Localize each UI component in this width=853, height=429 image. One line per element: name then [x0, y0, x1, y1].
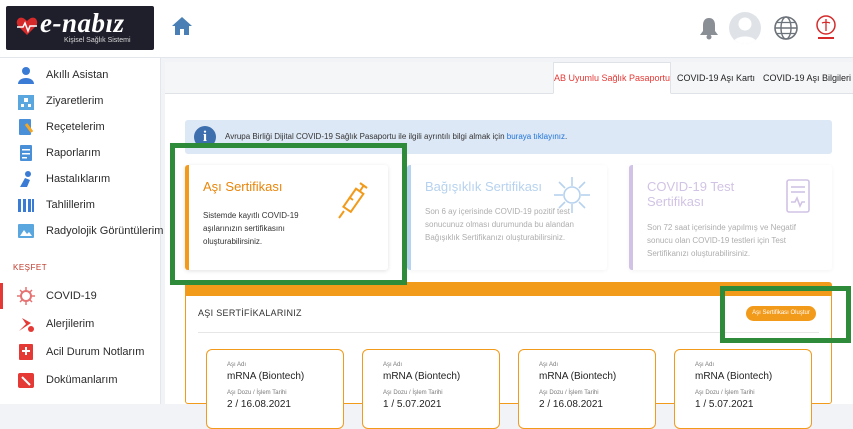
dose-date: 1 / 5.07.2021	[695, 399, 754, 410]
dose-date-label: Aşı Dozu / İşlem Tarihi	[539, 390, 599, 396]
highlight-box-create-button	[720, 286, 851, 343]
top-bar: e-nabız Kişisel Sağlık Sistemi	[0, 0, 853, 58]
emergency-notes-icon	[19, 344, 33, 360]
immunity-certificate-card[interactable]: Bağışıklık Sertifikası Son 6 ay içerisin…	[407, 165, 607, 270]
sidebar-item-reports[interactable]: Raporlarım	[0, 140, 161, 166]
globe-icon[interactable]	[773, 15, 799, 41]
vaccine-name: mRNA (Biontech)	[383, 371, 461, 382]
vaccine-certificate-item[interactable]: Aşı Adı mRNA (Biontech) Aşı Dozu / İşlem…	[674, 349, 812, 429]
section-title: AŞI SERTİFİKALARINIZ	[198, 308, 302, 318]
card-title: Bağışıklık Sertifikası	[425, 179, 543, 194]
sidebar-item-diseases[interactable]: Hastalıklarım	[0, 166, 161, 192]
test-certificate-card[interactable]: COVID-19 Test Sertifikası Son 72 saat iç…	[629, 165, 832, 270]
document-icon	[18, 373, 34, 388]
vaccine-name: mRNA (Biontech)	[695, 371, 773, 382]
report-icon	[20, 145, 32, 161]
sidebar-item-assistant[interactable]: Akıllı Asistan	[0, 62, 161, 88]
info-text: Avrupa Birliği Dijital COVID-19 Sağlık P…	[225, 132, 567, 141]
dose-date: 2 / 16.08.2021	[227, 399, 291, 410]
sidebar-item-label: Raporlarım	[46, 147, 101, 159]
disease-icon	[20, 171, 31, 187]
sidebar-item-label: Akıllı Asistan	[46, 69, 109, 81]
sidebar-item-label: Alerjilerim	[46, 318, 95, 330]
sidebar-item-radiology[interactable]: Radyolojik Görüntülerim	[0, 218, 164, 244]
sidebar-item-label: COVID-19	[46, 290, 97, 302]
user-avatar[interactable]	[729, 12, 761, 44]
sidebar-item-prescriptions[interactable]: Reçetelerim	[0, 114, 161, 140]
sidebar-item-tests[interactable]: Tahlillerim	[0, 192, 161, 218]
home-icon[interactable]	[170, 14, 194, 38]
sidebar-item-documents[interactable]: Dokümanlarım	[0, 367, 161, 393]
vaccine-certificate-item[interactable]: Aşı Adı mRNA (Biontech) Aşı Dozu / İşlem…	[206, 349, 344, 429]
sidebar-item-emergency-notes[interactable]: Acil Durum Notlarım	[0, 339, 161, 365]
vaccine-certificate-item[interactable]: Aşı Adı mRNA (Biontech) Aşı Dozu / İşlem…	[518, 349, 656, 429]
sidebar-item-allergies[interactable]: Alerjilerim	[0, 311, 161, 337]
dose-date: 2 / 16.08.2021	[539, 399, 603, 410]
logo-subtitle: Kişisel Sağlık Sistemi	[64, 37, 131, 44]
tab-eu-health-passport[interactable]: AB Uyumlu Sağlık Pasaportu	[553, 62, 671, 94]
sidebar-item-visits[interactable]: Ziyaretlerim	[0, 88, 161, 114]
info-message: Avrupa Birliği Dijital COVID-19 Sağlık P…	[225, 132, 507, 141]
sidebar-item-label: Hastalıklarım	[46, 173, 111, 185]
vaccine-name-label: Aşı Adı	[383, 362, 403, 368]
vaccine-name-label: Aşı Adı	[539, 362, 559, 368]
vaccine-name: mRNA (Biontech)	[539, 371, 617, 382]
allergy-icon	[19, 318, 34, 332]
tab-bar: AB Uyumlu Sağlık Pasaportu COVID-19 Aşı …	[165, 62, 853, 94]
sidebar-item-label: Dokümanlarım	[46, 374, 118, 386]
dose-date-label: Aşı Dozu / İşlem Tarihi	[227, 390, 287, 396]
bell-icon[interactable]	[698, 16, 720, 40]
info-link[interactable]: buraya tıklayınız	[507, 132, 565, 141]
hospital-icon	[18, 95, 34, 110]
sidebar-item-label: Tahlillerim	[46, 199, 95, 211]
prescription-icon	[19, 119, 34, 135]
vaccine-certificate-item[interactable]: Aşı Adı mRNA (Biontech) Aşı Dozu / İşlem…	[362, 349, 500, 429]
card-description: Son 72 saat içerisinde yapılmış ve Negat…	[647, 223, 796, 258]
sidebar-item-label: Ziyaretlerim	[46, 95, 104, 107]
dose-date: 1 / 5.07.2021	[383, 399, 442, 410]
highlight-box-vaccine-card	[170, 143, 407, 285]
assistant-icon	[18, 67, 34, 84]
sidebar: Akıllı Asistan Ziyaretlerim Reçetelerim …	[0, 58, 164, 404]
test-certificate-icon	[786, 179, 810, 213]
sidebar-item-label: Acil Durum Notlarım	[46, 346, 145, 358]
info-suffix: .	[565, 132, 568, 141]
card-stripe	[407, 165, 411, 270]
vaccine-name-label: Aşı Adı	[227, 362, 247, 368]
section-label-explore: KEŞFET	[13, 263, 48, 272]
user-silhouette-icon	[733, 17, 757, 44]
ministry-logo-icon	[816, 15, 836, 39]
enabiz-logo[interactable]: e-nabız Kişisel Sağlık Sistemi	[6, 6, 154, 50]
antibody-icon	[554, 177, 590, 213]
card-title: COVID-19 Test Sertifikası	[647, 179, 735, 209]
dose-date-label: Aşı Dozu / İşlem Tarihi	[383, 390, 443, 396]
vaccine-name-label: Aşı Adı	[695, 362, 715, 368]
sidebar-item-label: Reçetelerim	[46, 121, 105, 133]
logo-text: e-nabız	[40, 8, 125, 38]
tab-vaccine-card[interactable]: COVID-19 Aşı Kartı	[675, 62, 757, 94]
heart-logo-icon	[16, 17, 38, 35]
card-stripe	[629, 165, 633, 270]
sidebar-item-label: Radyolojik Görüntülerim	[46, 225, 164, 237]
sidebar-item-covid19[interactable]: COVID-19	[0, 283, 161, 309]
tab-vaccine-info[interactable]: COVID-19 Aşı Bilgileri	[762, 62, 852, 94]
radiology-icon	[18, 224, 34, 238]
test-icon	[18, 199, 34, 212]
dose-date-label: Aşı Dozu / İşlem Tarihi	[695, 390, 755, 396]
virus-icon	[17, 287, 35, 305]
vaccine-name: mRNA (Biontech)	[227, 371, 305, 382]
